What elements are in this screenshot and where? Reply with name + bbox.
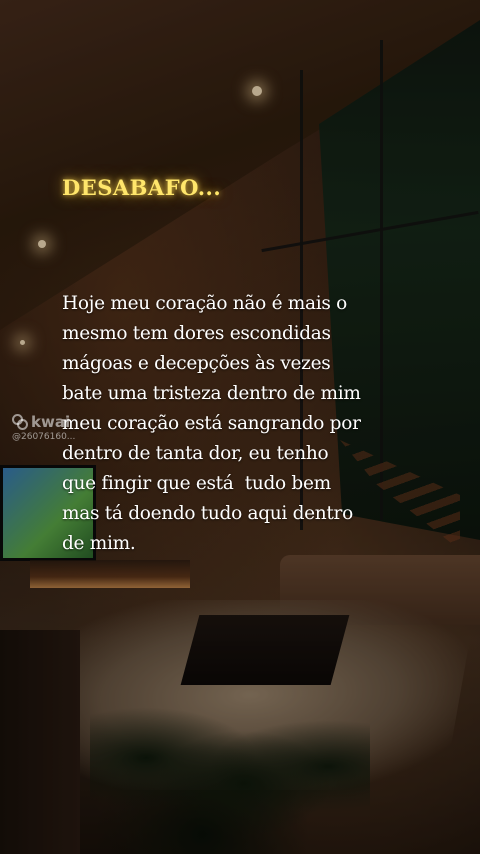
body-line: mágoas e decepções às vezes: [62, 353, 331, 374]
kwai-logo-icon: [12, 414, 28, 430]
body-line: bate uma tristeza dentro de mim: [62, 383, 361, 404]
post-title: DESABAFO...: [62, 175, 222, 200]
kwai-watermark: kwai @26076160...: [12, 413, 75, 442]
body-line: que fingir que está tudo bem: [62, 473, 331, 494]
watermark-brand: kwai: [12, 413, 75, 431]
post-body: Hoje meu coração não é mais o mesmo tem …: [62, 289, 392, 559]
body-line: de mim.: [62, 533, 136, 554]
body-line: dentro de tanta dor, eu tenho: [62, 443, 329, 464]
body-line: mas tá doendo tudo aqui dentro: [62, 503, 353, 524]
watermark-brand-text: kwai: [31, 413, 71, 431]
body-line: Hoje meu coração não é mais o: [62, 293, 347, 314]
watermark-user-id: @26076160...: [12, 432, 76, 442]
body-line: mesmo tem dores escondidas: [62, 323, 331, 344]
body-line: meu coração está sangrando por: [62, 413, 361, 434]
